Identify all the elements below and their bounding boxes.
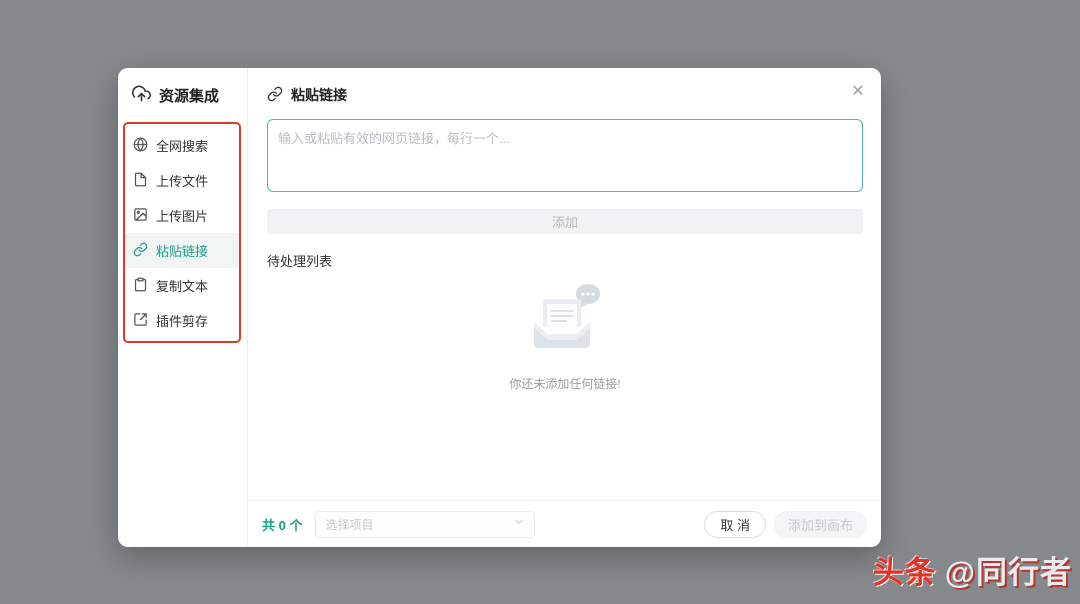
project-select[interactable]: 选择项目 — [315, 510, 536, 538]
sidebar-item-upload-file[interactable]: 上传文件 — [125, 163, 239, 198]
image-icon — [133, 207, 148, 225]
sidebar-item-label: 上传图片 — [156, 209, 209, 224]
empty-state: 你还未添加任何链接! — [267, 280, 863, 392]
pending-list-label: 待处理列表 — [267, 254, 333, 269]
add-to-canvas-button[interactable]: 添加到画布 — [773, 510, 867, 538]
file-icon — [133, 172, 148, 190]
project-select-placeholder: 选择项目 — [325, 517, 374, 532]
link-input[interactable] — [267, 119, 863, 192]
link-icon — [267, 86, 283, 105]
item-count: 共 0 个 — [262, 517, 303, 533]
sidebar-item-copy-text[interactable]: 复制文本 — [125, 268, 239, 303]
sidebar: 资源集成 全网搜索 上传文件 上传图片 粘贴链接 复制文本 插件剪存 — [118, 68, 248, 547]
watermark-brand: 头条 — [872, 555, 937, 590]
sidebar-item-paste-link[interactable]: 粘贴链接 — [125, 233, 239, 268]
sidebar-item-upload-image[interactable]: 上传图片 — [125, 198, 239, 233]
cancel-button[interactable]: 取 消 — [704, 510, 766, 538]
chevron-down-icon — [513, 515, 525, 533]
paste-link-panel: 粘贴链接 添加 待处理列表 — [248, 68, 881, 547]
sidebar-item-label: 全网搜索 — [156, 139, 209, 154]
clipboard-icon — [133, 277, 148, 295]
add-button[interactable]: 添加 — [267, 209, 863, 234]
globe-icon — [133, 137, 148, 155]
clip-icon — [133, 312, 148, 330]
dialog-title-label: 资源集成 — [159, 88, 220, 105]
sidebar-item-label: 复制文本 — [156, 279, 209, 294]
empty-inbox-icon — [522, 284, 608, 366]
panel-title-label: 粘贴链接 — [291, 87, 347, 103]
sidebar-item-plugin-clip[interactable]: 插件剪存 — [125, 303, 239, 338]
cloud-upload-icon — [132, 84, 151, 107]
source-type-nav: 全网搜索 上传文件 上传图片 粘贴链接 复制文本 插件剪存 — [125, 128, 239, 338]
sidebar-item-web-search[interactable]: 全网搜索 — [125, 128, 239, 163]
resource-integration-dialog: ✕ 资源集成 全网搜索 上传文件 上传图片 粘贴链接 复制文本 插件剪存 粘贴链… — [118, 68, 881, 547]
watermark-handle: @同行者 — [944, 555, 1072, 590]
watermark: 头条 @同行者 — [873, 547, 1072, 592]
link-icon — [133, 242, 148, 260]
sidebar-item-label: 插件剪存 — [156, 314, 209, 329]
panel-title: 粘贴链接 — [267, 85, 863, 105]
sidebar-item-label: 上传文件 — [156, 174, 209, 189]
dialog-title: 资源集成 — [118, 84, 247, 107]
empty-state-text: 你还未添加任何链接! — [509, 377, 621, 391]
dialog-footer: 共 0 个 选择项目 取 消 添加到画布 — [248, 500, 881, 547]
sidebar-item-label: 粘贴链接 — [156, 244, 209, 259]
